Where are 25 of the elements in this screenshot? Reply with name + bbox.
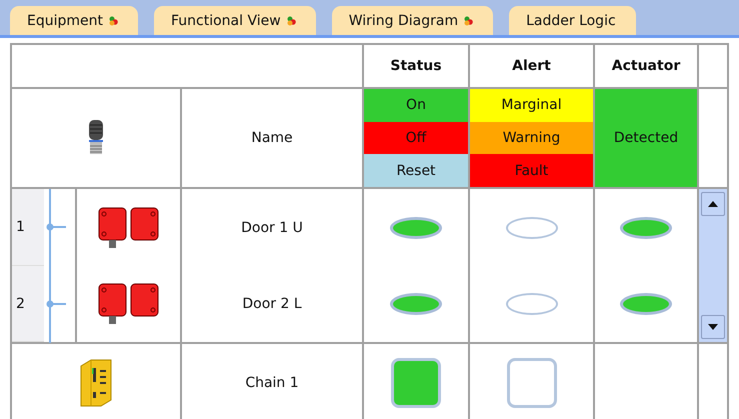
table-cell: Chain 1 [182, 344, 364, 419]
door-switch-icon [98, 206, 160, 248]
table-cell: Door 1 U [182, 189, 364, 266]
up-arrow-icon [708, 201, 718, 207]
scroll-down-button[interactable] [701, 315, 725, 339]
legend-item: Detected [595, 89, 697, 187]
sensor-icon [87, 120, 105, 156]
legend-item: Off [364, 122, 468, 154]
door-switch-icon [98, 283, 160, 325]
legend-item: Marginal [470, 89, 593, 122]
row-number: 2 [12, 266, 44, 342]
table-cell: Door 2 L [182, 266, 364, 342]
controller-icon [79, 358, 113, 408]
tab[interactable]: Ladder Logic [509, 6, 636, 35]
scrollbar[interactable] [699, 189, 729, 344]
legend-item: On [364, 89, 468, 122]
down-arrow-icon [708, 324, 718, 330]
tab[interactable]: Wiring Diagram [332, 6, 494, 35]
legend-item: Reset [364, 154, 468, 188]
tab[interactable]: Functional View [154, 6, 316, 35]
row-number: 1 [12, 189, 44, 266]
scroll-up-button[interactable] [701, 192, 725, 216]
legend-item: Warning [470, 122, 593, 154]
legend-item: Fault [470, 154, 593, 188]
tab[interactable]: Equipment [10, 6, 138, 35]
